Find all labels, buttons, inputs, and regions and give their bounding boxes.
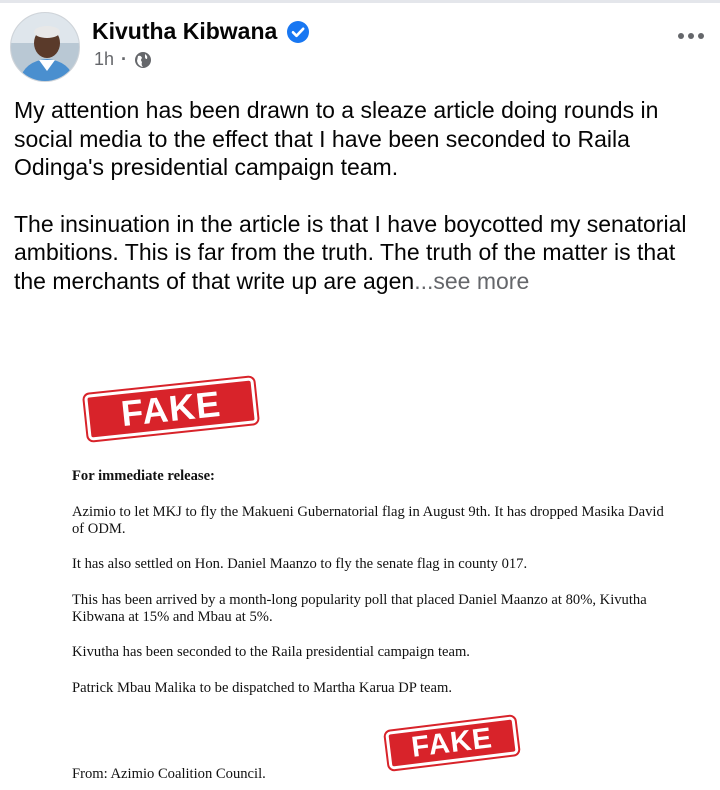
document-line-2: It has also settled on Hon. Daniel Maanz… [72,556,528,572]
see-more-link[interactable]: ...see more [414,268,529,294]
post-timestamp[interactable]: 1h [94,49,114,70]
meta-separator: · [121,49,128,69]
post-paragraph-2-text: The insinuation in the article is that I… [14,210,687,294]
author-name[interactable]: Kivutha Kibwana [92,18,277,45]
post-paragraph-2: The insinuation in the article is that I… [14,210,706,296]
post-image[interactable]: FAKE For immediate release: Azimio to le… [0,330,720,790]
verified-badge-icon [287,21,309,43]
document-from: From: Azimio Coalition Council. [72,766,266,782]
top-divider [0,0,720,3]
avatar[interactable] [10,12,80,82]
document-line-4: Kivutha has been seconded to the Raila p… [72,644,470,660]
post-paragraph-1: My attention has been drawn to a sleaze … [14,97,659,180]
document-line-5: Patrick Mbau Malika to be dispatched to … [72,680,453,696]
post-text: My attention has been drawn to a sleaze … [14,96,706,295]
globe-icon[interactable] [134,51,152,69]
document-line-1: Azimio to let MKJ to fly the Makueni Gub… [72,504,664,537]
fake-stamp-top: FAKE [84,377,258,441]
more-options-icon[interactable] [676,30,706,42]
avatar-photo [11,13,79,81]
post-meta: 1h · [94,49,152,70]
post-header: Kivutha Kibwana 1h · [10,12,710,84]
document-heading: For immediate release: [72,468,215,484]
document-line-3: This has been arrived by a month-long po… [72,592,647,625]
fake-stamp-bottom: FAKE [385,716,519,770]
